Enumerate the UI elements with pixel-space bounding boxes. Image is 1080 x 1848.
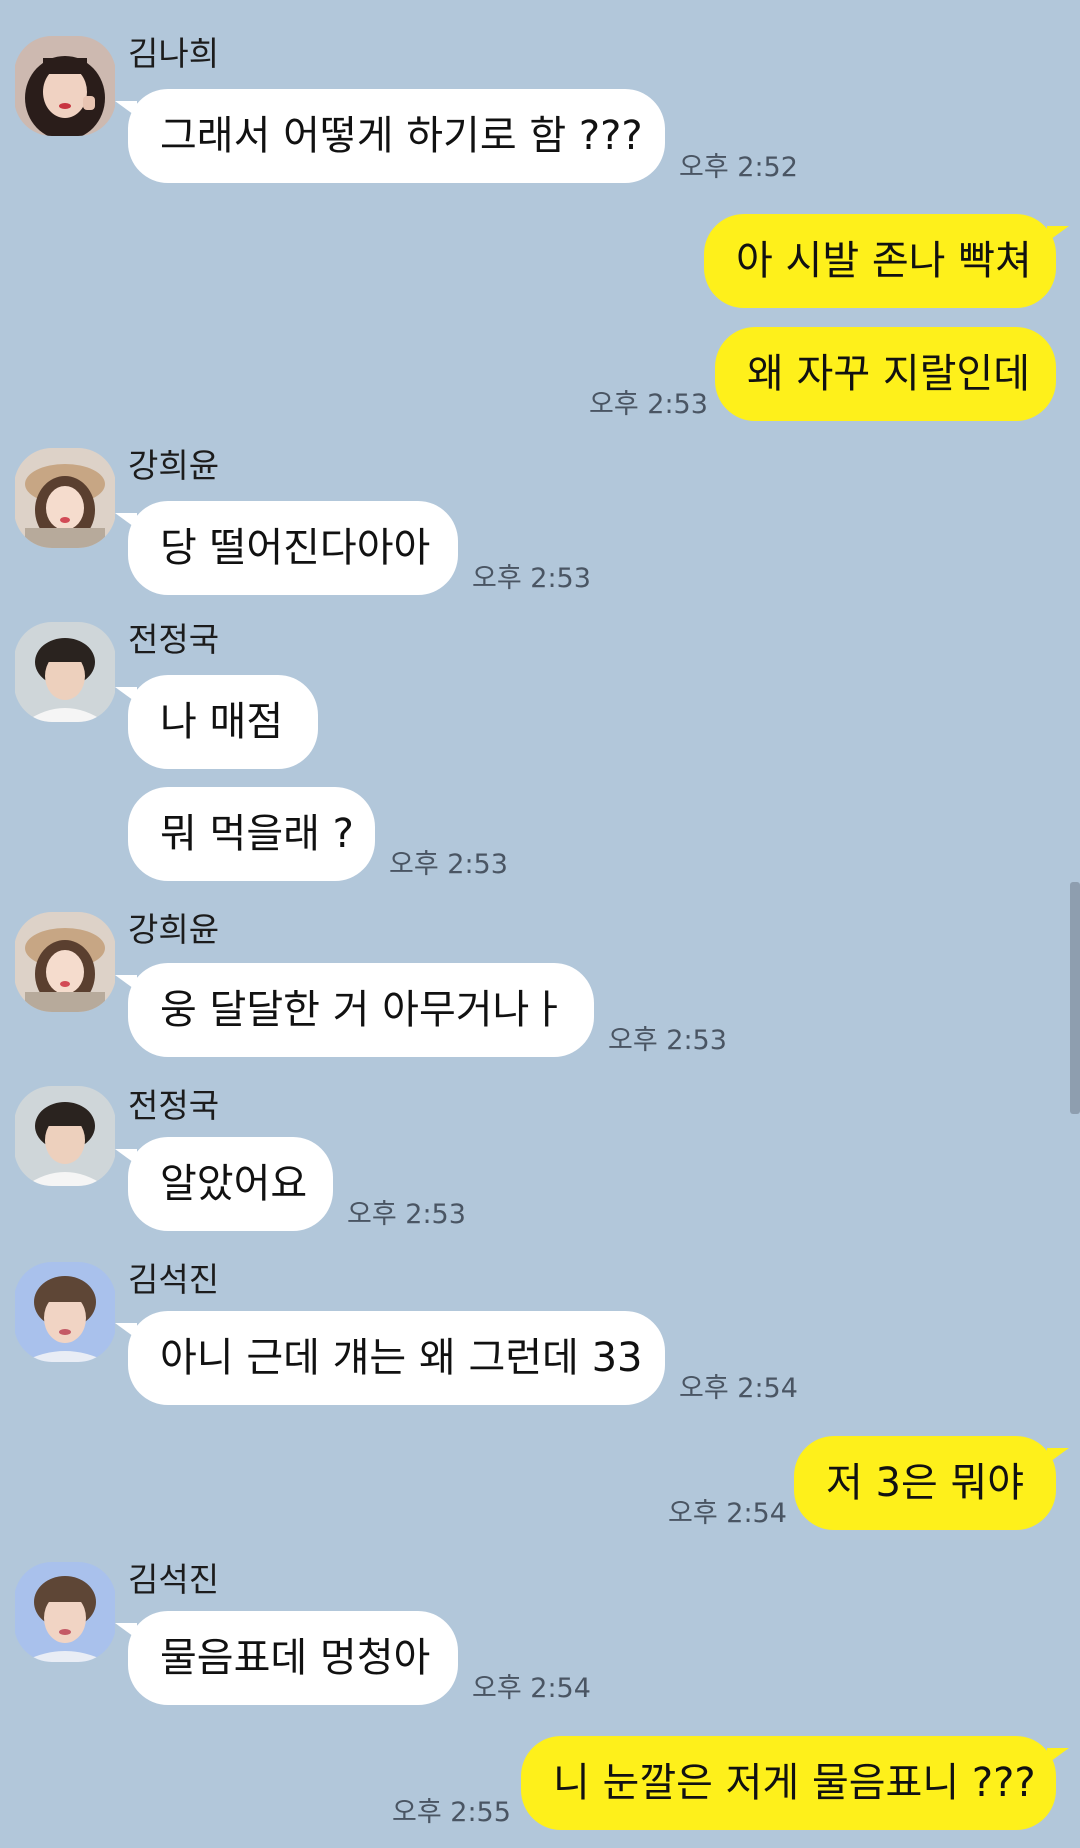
scrollbar[interactable] (1070, 882, 1080, 1114)
message-time: 오후 2:53 (389, 849, 508, 880)
message-time: 오후 2:54 (679, 1373, 798, 1404)
sender-name: 강희윤 (128, 446, 220, 485)
sender-name: 김나희 (128, 34, 220, 73)
message-bubble[interactable]: 아니 근데 걔는 왜 그런데 33 (115, 1311, 665, 1405)
message-text: 알았어요 (160, 1161, 308, 1207)
message-time: 오후 2:54 (472, 1673, 591, 1704)
message-time: 오후 2:55 (392, 1797, 511, 1828)
message-bubble[interactable]: 왜 자꾸 지랄인데 (715, 327, 1056, 421)
message-time: 오후 2:53 (347, 1199, 466, 1230)
avatar-kang-heeyun[interactable] (14, 912, 116, 1012)
message-bubble[interactable]: 물음표데 멍청아 (115, 1611, 458, 1705)
message-time: 오후 2:53 (608, 1025, 727, 1056)
message-text: 니 눈깔은 저게 물음표니 ??? (553, 1760, 1036, 1806)
message-text: 아니 근데 걔는 왜 그런데 33 (160, 1335, 643, 1381)
avatar-kang-heeyun[interactable] (14, 448, 116, 548)
message-bubble[interactable]: 나 매점 (115, 675, 318, 769)
message-text: 나 매점 (160, 699, 284, 745)
message-bubble[interactable]: 웅 달달한 거 아무거나ㅏ (115, 963, 594, 1057)
sender-name: 강희윤 (128, 910, 220, 949)
message-text: 웅 달달한 거 아무거나ㅏ (160, 987, 567, 1033)
message-bubble[interactable]: 뭐 먹을래 ? (128, 787, 375, 881)
chat-area[interactable]: 김나희 그래서 어떻게 하기로 함 ??? 오후 2:52 아 시발 존나 빡쳐… (0, 0, 1080, 1848)
message-bubble[interactable]: 당 떨어진다아아 (115, 501, 458, 595)
message-bubble[interactable]: 니 눈깔은 저게 물음표니 ??? (521, 1736, 1069, 1830)
message-time: 오후 2:52 (679, 152, 798, 183)
message-time: 오후 2:53 (589, 389, 708, 420)
sender-name: 김석진 (128, 1560, 220, 1599)
message-text: 뭐 먹을래 ? (160, 811, 354, 857)
avatar-kim-seokjin[interactable] (14, 1262, 116, 1362)
message-text: 당 떨어진다아아 (160, 525, 431, 571)
message-text: 아 시발 존나 빡쳐 (736, 238, 1032, 284)
message-text: 그래서 어떻게 하기로 함 ??? (160, 113, 643, 159)
message-time: 오후 2:53 (472, 563, 591, 594)
avatar-jeon-jungkook[interactable] (14, 1086, 116, 1186)
message-text: 저 3은 뭐야 (826, 1460, 1025, 1506)
sender-name: 김석진 (128, 1260, 220, 1299)
message-text: 물음표데 멍청아 (160, 1635, 431, 1681)
message-text: 왜 자꾸 지랄인데 (747, 351, 1031, 397)
message-bubble[interactable]: 저 3은 뭐야 (794, 1436, 1069, 1530)
sender-name: 전정국 (128, 620, 220, 659)
message-bubble[interactable]: 알았어요 (115, 1137, 333, 1231)
message-bubble[interactable]: 그래서 어떻게 하기로 함 ??? (115, 89, 665, 183)
message-bubble[interactable]: 아 시발 존나 빡쳐 (704, 214, 1069, 308)
avatar-kim-nahee[interactable] (14, 36, 116, 136)
sender-name: 전정국 (128, 1086, 220, 1125)
message-time: 오후 2:54 (668, 1498, 787, 1529)
avatar-jeon-jungkook[interactable] (14, 622, 116, 722)
avatar-kim-seokjin[interactable] (14, 1562, 116, 1662)
